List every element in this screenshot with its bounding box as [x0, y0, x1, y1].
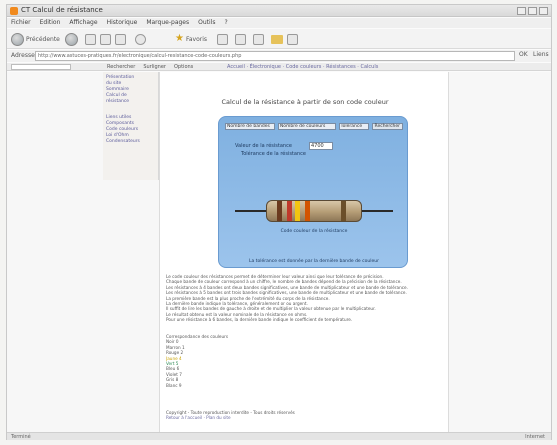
search-toolbar-button[interactable]: [135, 32, 146, 46]
home-icon: [115, 33, 126, 45]
value-field[interactable]: 4700: [309, 142, 333, 150]
history-button[interactable]: [217, 32, 228, 46]
forward-button[interactable]: [65, 32, 78, 46]
status-right: Internet: [525, 434, 545, 440]
search-icon: [135, 33, 146, 45]
menu-item-view[interactable]: Affichage: [69, 18, 97, 28]
left-menu-block: Liens utiles Composants Code couleurs Lo…: [106, 115, 155, 145]
band-2: [287, 201, 292, 221]
menu-item-bookmarks[interactable]: Marque-pages: [146, 18, 189, 28]
toolbar-search-input[interactable]: [11, 64, 71, 70]
page-title: Calcul de la résistance à partir de son …: [221, 98, 389, 106]
color-line: Blanc 9: [166, 382, 182, 388]
go-button[interactable]: OK: [519, 51, 531, 61]
folder-icon: [271, 34, 283, 44]
band-4: [305, 201, 310, 221]
value-label: Valeur de la résistance: [235, 143, 292, 149]
title-bar: CT Calcul de résistance: [7, 5, 551, 17]
forward-arrow-icon: [65, 32, 78, 46]
close-icon[interactable]: [539, 7, 548, 15]
refresh-button[interactable]: [100, 32, 111, 46]
left-menu: Présentation du site Sommaire Calcul de …: [103, 72, 159, 180]
tab-highlight[interactable]: Surligner: [143, 63, 166, 71]
calculator-panel: Nombre de bandes Nombre de couleurs Tolé…: [218, 116, 408, 268]
left-menu-link[interactable]: résistance: [106, 99, 155, 105]
mail-icon: [235, 33, 246, 45]
page-content: Présentation du site Sommaire Calcul de …: [7, 72, 551, 432]
left-menu-block: Présentation du site Sommaire Calcul de …: [106, 75, 155, 105]
maximize-icon[interactable]: [528, 7, 537, 15]
main-page: Calcul de la résistance à partir de son …: [159, 72, 449, 432]
back-button[interactable]: Précédente: [11, 32, 60, 46]
toolbar-links[interactable]: Accueil · Électronique · Code couleurs ·…: [227, 63, 378, 71]
status-left: Terminé: [11, 434, 31, 440]
address-label: Adresse: [11, 52, 35, 59]
band-5: [341, 201, 346, 221]
menu-item-tools[interactable]: Outils: [198, 18, 215, 28]
browser-window: CT Calcul de résistance Fichier Edition …: [6, 4, 552, 440]
menu-item-history[interactable]: Historique: [107, 18, 138, 28]
back-label: Précédente: [26, 35, 60, 43]
star-icon: ★: [175, 33, 184, 44]
search-button[interactable]: Rechercher: [371, 123, 404, 130]
colors-select[interactable]: Nombre de couleurs: [277, 123, 336, 130]
toolbar-tabs: Rechercher Surligner Options: [107, 63, 193, 71]
text-line: Pour une résistance à 6 bandes, la derni…: [166, 317, 353, 323]
address-bar: Adresse http://www.astuces-pratiques.fr/…: [7, 50, 551, 62]
photo-frame: CT Calcul de résistance Fichier Edition …: [0, 0, 557, 445]
links-toolbar: Rechercher Surligner Options Accueil · É…: [7, 63, 551, 71]
links-button[interactable]: Liens: [533, 51, 549, 58]
browser-logo-icon: [10, 7, 18, 15]
text-line: Les résistances à 5 bandes ont trois ban…: [166, 290, 407, 296]
tab-search[interactable]: Rechercher: [107, 63, 135, 71]
mail-button[interactable]: [235, 32, 246, 46]
menu-bar: Fichier Edition Affichage Historique Mar…: [7, 18, 551, 28]
band-3: [295, 201, 300, 221]
tolerance-select[interactable]: Tolérance: [338, 123, 369, 130]
refresh-icon: [100, 33, 111, 45]
resistor-caption: Code couleur de la résistance: [280, 229, 348, 234]
folder-button[interactable]: [271, 32, 283, 46]
user-icon: [287, 33, 298, 45]
window-title: CT Calcul de résistance: [21, 6, 103, 14]
tolerance-label: Tolérance de la résistance: [241, 151, 306, 157]
window-controls: [517, 7, 548, 15]
address-input[interactable]: http://www.astuces-pratiques.fr/electron…: [35, 51, 515, 61]
bands-select[interactable]: Nombre de bandes: [225, 123, 275, 130]
print-button[interactable]: [253, 32, 264, 46]
left-menu-link[interactable]: Condensateurs: [106, 139, 155, 145]
band-1: [277, 201, 282, 221]
menu-item-edit[interactable]: Edition: [40, 18, 61, 28]
color-lines: Noir 0 Marron 1 Rouge 2 Jaune 4 Vert 5 Bleu 6…: [166, 339, 446, 388]
minimize-icon[interactable]: [517, 7, 526, 15]
panel-controls: Nombre de bandes Nombre de couleurs Tolé…: [225, 123, 404, 130]
resistor-body: [266, 200, 362, 222]
favorites-label: Favoris: [185, 35, 208, 43]
stop-button[interactable]: [85, 32, 96, 46]
footer-text: Copyright - Toute reproduction interdite…: [166, 410, 446, 421]
print-icon: [253, 33, 264, 45]
colors-list: Correspondance des couleurs Noir 0 Marron…: [166, 334, 446, 388]
history-icon: [217, 33, 228, 45]
menu-item-help[interactable]: ?: [224, 18, 227, 28]
home-button[interactable]: [115, 32, 126, 46]
menu-item-file[interactable]: Fichier: [11, 18, 31, 28]
status-bar: Terminé Internet: [7, 432, 551, 440]
tab-options[interactable]: Options: [174, 63, 193, 71]
back-arrow-icon: [11, 32, 24, 46]
user-button[interactable]: [287, 32, 298, 46]
explanation-text: Le code couleur des résistances permet d…: [166, 274, 446, 323]
favorites-button[interactable]: ★ Favoris: [175, 32, 207, 46]
panel-caption: La tolérance est donnée par la dernière …: [249, 259, 379, 264]
navigation-toolbar: Précédente ★ Favoris: [7, 29, 551, 49]
bottom-links[interactable]: Retour à l'accueil · Plan du site: [166, 415, 446, 420]
stop-icon: [85, 33, 96, 45]
